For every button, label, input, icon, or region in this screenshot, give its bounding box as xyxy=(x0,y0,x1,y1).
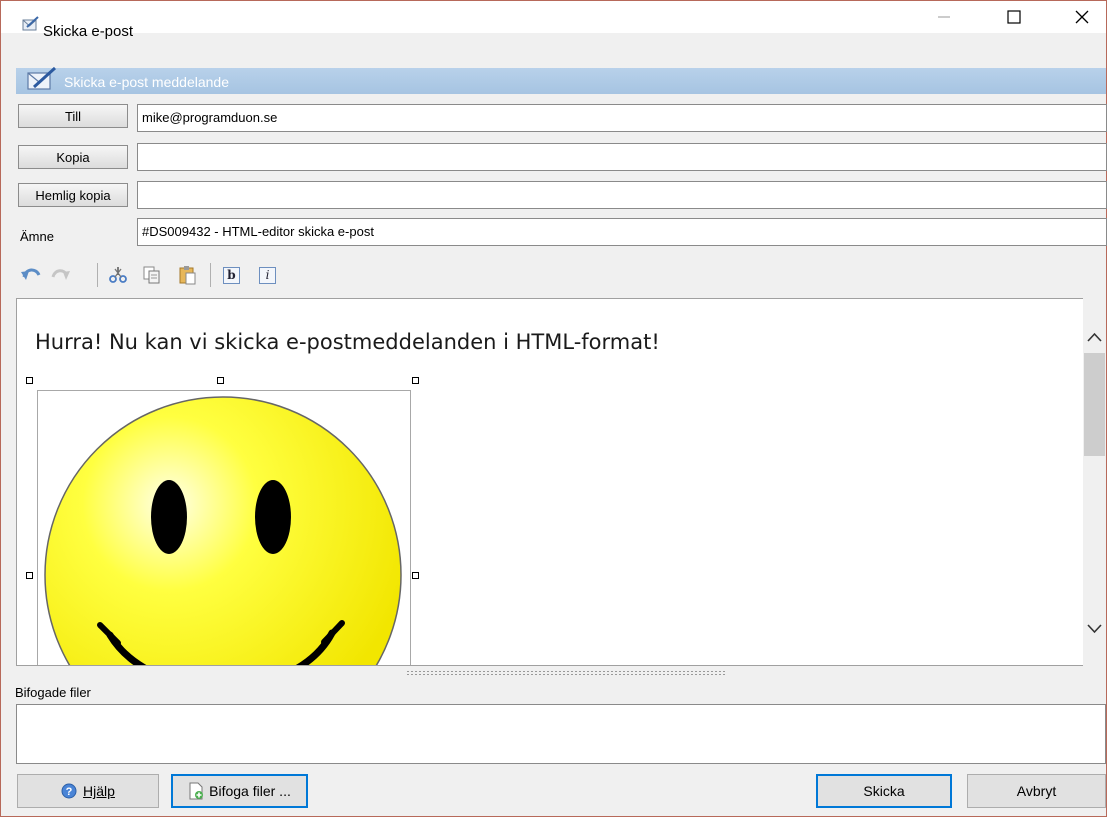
maximize-icon xyxy=(1007,10,1021,24)
to-button[interactable]: Till xyxy=(18,104,128,128)
scrollbar-thumb[interactable] xyxy=(1084,353,1105,456)
maximize-button[interactable] xyxy=(991,1,1037,33)
bold-icon: b xyxy=(227,268,236,282)
cc-button[interactable]: Kopia xyxy=(18,145,128,169)
help-icon: ? xyxy=(61,783,77,799)
resize-handle[interactable] xyxy=(217,377,224,384)
window-title: Skicka e-post xyxy=(43,23,134,40)
image-selection-frame[interactable] xyxy=(37,390,411,666)
resize-handle[interactable] xyxy=(26,377,33,384)
bold-button[interactable]: b xyxy=(223,267,240,284)
paste-button[interactable] xyxy=(177,265,199,288)
banner-title: Skicka e-post meddelande xyxy=(64,74,229,90)
resize-handle[interactable] xyxy=(412,377,419,384)
to-field[interactable]: mike@programduon.se xyxy=(137,104,1107,132)
minimize-icon xyxy=(938,16,950,18)
attachments-list[interactable] xyxy=(16,704,1106,764)
copy-button[interactable] xyxy=(141,265,163,288)
subject-field[interactable]: #DS009432 - HTML-editor skicka e-post xyxy=(137,218,1107,246)
resize-handle[interactable] xyxy=(26,572,33,579)
close-button[interactable] xyxy=(1059,1,1105,33)
cancel-button[interactable]: Avbryt xyxy=(967,774,1106,808)
undo-button[interactable] xyxy=(20,265,42,288)
message-body-text[interactable]: Hurra! Nu kan vi skicka e-postmeddelande… xyxy=(35,330,660,354)
close-icon xyxy=(1075,10,1089,24)
help-button[interactable]: ? Hjälp xyxy=(17,774,159,808)
copy-icon xyxy=(143,266,160,284)
smiley-image[interactable] xyxy=(42,395,408,666)
send-button[interactable]: Skicka xyxy=(816,774,952,808)
cut-button[interactable] xyxy=(107,265,129,288)
attach-files-button[interactable]: Bifoga filer ... xyxy=(171,774,308,808)
minimize-button[interactable] xyxy=(921,1,967,33)
italic-button[interactable]: i xyxy=(259,267,276,284)
paste-icon xyxy=(179,266,196,285)
bcc-button[interactable]: Hemlig kopia xyxy=(18,183,128,207)
scroll-down-icon[interactable] xyxy=(1087,624,1102,634)
header-banner: Skicka e-post meddelande xyxy=(16,66,1106,94)
email-icon xyxy=(27,66,57,90)
title-bar: Skicka e-post xyxy=(1,1,1106,40)
dialog-window: Skicka e-post Skicka e-post meddelande T… xyxy=(0,0,1107,817)
help-label: Hjälp xyxy=(83,783,115,799)
redo-button[interactable] xyxy=(50,265,72,288)
bcc-field[interactable] xyxy=(137,181,1107,209)
toolbar-separator xyxy=(97,263,98,287)
scroll-up-icon[interactable] xyxy=(1087,332,1102,342)
email-icon xyxy=(22,16,39,31)
undo-icon xyxy=(21,268,41,280)
add-file-icon xyxy=(189,782,204,800)
editor-scrollbar[interactable] xyxy=(1083,298,1106,666)
cut-icon xyxy=(109,267,127,283)
message-editor[interactable]: Hurra! Nu kan vi skicka e-postmeddelande… xyxy=(16,298,1106,666)
svg-text:?: ? xyxy=(66,786,73,798)
attachments-label: Bifogade filer xyxy=(15,685,91,700)
italic-icon: i xyxy=(265,268,270,282)
toolbar-separator xyxy=(210,263,211,287)
splitter-handle[interactable] xyxy=(406,670,726,676)
attach-files-label: Bifoga filer ... xyxy=(209,783,291,799)
redo-icon xyxy=(51,269,70,280)
subject-label: Ämne xyxy=(20,229,54,244)
resize-handle[interactable] xyxy=(412,572,419,579)
cc-field[interactable] xyxy=(137,143,1107,171)
